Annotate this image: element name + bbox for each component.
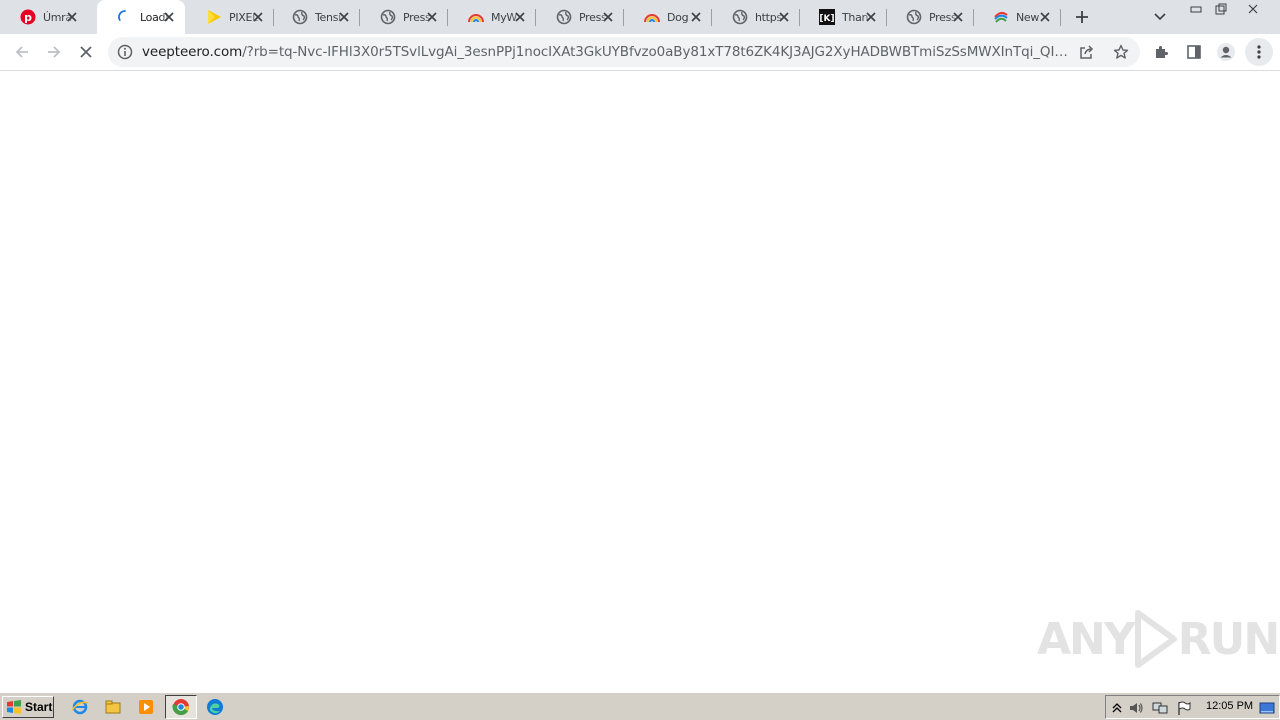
url-path: /?rb=tq-Nvc-IFHl3X0r5TSvlLvgAi_3esnPPj1n… [242,44,1070,60]
profile-button[interactable] [1212,38,1240,66]
url-text[interactable]: veepteero.com/?rb=tq-Nvc-IFHl3X0r5TSvlLv… [142,44,1070,60]
rainbow-icon [644,9,660,25]
tab-press-1[interactable]: Press [360,0,448,34]
globe-icon [906,9,922,25]
close-tab-icon[interactable] [251,10,265,24]
restore-icon [1215,3,1226,15]
watermark-text-left: ANY [1037,613,1136,665]
forward-arrow-icon [48,46,61,58]
close-tab-icon[interactable] [951,10,965,24]
info-icon[interactable] [117,44,133,60]
url-host: veepteero.com [142,44,243,60]
tab-press-3[interactable]: Press [886,0,974,34]
clock[interactable]: 12:05 PM [1206,700,1253,712]
back-arrow-icon [15,46,28,58]
puzzle-icon [1156,46,1168,58]
edge-icon[interactable] [206,698,224,716]
avatar-icon [1217,43,1235,61]
tab-strip: p Úmra Loadi PIXEL Tensi Press MyW Press… [0,0,1280,34]
back-button[interactable] [8,38,36,66]
media-player-icon[interactable] [137,698,155,716]
file-explorer-icon[interactable] [104,698,122,716]
new-tab-button[interactable] [1071,6,1093,28]
tab-umra[interactable]: p Úmra [0,0,88,34]
close-tab-icon[interactable] [425,10,439,24]
close-tab-icon[interactable] [1038,10,1052,24]
close-window-button[interactable] [1233,0,1273,18]
windows-logo-icon [7,700,21,714]
start-label: Start [25,700,53,714]
window-controls [1183,0,1273,18]
system-tray: 12:05 PM [1105,695,1280,719]
close-tab-icon[interactable] [513,10,527,24]
stop-icon [80,46,92,58]
plus-icon [1076,11,1088,23]
minimize-button[interactable] [1183,0,1208,18]
svg-text:p: p [24,11,32,24]
close-tab-icon[interactable] [65,10,79,24]
start-button[interactable]: Start [2,696,54,718]
k-logo-icon: [K] [819,9,835,25]
tab-new[interactable]: New [973,0,1061,34]
stop-loading-button[interactable] [72,38,100,66]
extensions-button[interactable] [1148,38,1176,66]
bookmark-star-icon[interactable] [1112,43,1130,61]
close-tab-icon[interactable] [864,10,878,24]
browser-window: p Úmra Loadi PIXEL Tensi Press MyW Press… [0,0,1280,720]
close-icon [1248,4,1258,14]
tab-press-2[interactable]: Press [536,0,624,34]
forward-button[interactable] [40,38,68,66]
action-center-flag-icon[interactable] [1176,700,1192,716]
tab-than[interactable]: [K] Than [799,0,887,34]
browser-toolbar: veepteero.com/?rb=tq-Nvc-IFHl3X0r5TSvlLv… [0,34,1280,71]
tab-https[interactable]: https [712,0,800,34]
menu-button[interactable] [1245,38,1273,66]
globe-icon [292,9,308,25]
network-icon[interactable] [1152,700,1168,716]
globe-icon [380,9,396,25]
globe-icon [556,9,572,25]
page-content: ANY RUN [0,72,1280,692]
loading-spinner-icon [117,9,133,25]
internet-explorer-icon[interactable] [71,698,89,716]
swirl-icon [993,9,1009,25]
volume-icon[interactable] [1128,700,1144,716]
address-bar[interactable]: veepteero.com/?rb=tq-Nvc-IFHl3X0r5TSvlLv… [108,37,1140,67]
close-tab-icon[interactable] [777,10,791,24]
tab-loading[interactable]: Loadi [97,0,185,34]
watermark-text-right: RUN [1177,613,1280,665]
chrome-icon[interactable] [172,698,190,716]
tab-dog[interactable]: Dog [624,0,712,34]
anyrun-watermark: ANY RUN [1037,609,1280,669]
windows-taskbar: Start 12:05 PM [0,692,1280,720]
tab-tensi[interactable]: Tensi [272,0,360,34]
globe-icon [732,9,748,25]
show-desktop-icon[interactable] [1259,700,1275,716]
share-icon[interactable] [1078,43,1096,61]
svg-text:[K]: [K] [819,14,834,24]
close-tab-icon[interactable] [689,10,703,24]
chevron-down-icon [1154,13,1166,21]
tab-pixel[interactable]: PIXEL [186,0,274,34]
close-tab-icon[interactable] [601,10,615,24]
tab-separator [1060,9,1061,26]
kebab-menu-icon [1257,45,1261,59]
side-panel-button[interactable] [1180,38,1208,66]
restore-button[interactable] [1208,0,1233,18]
pinterest-icon: p [20,9,36,25]
side-panel-icon [1187,45,1201,59]
close-tab-icon[interactable] [162,10,176,24]
minimize-icon [1190,6,1201,13]
rainbow-icon [468,9,484,25]
play-arrow-icon [206,9,222,25]
play-triangle-icon [1134,610,1177,668]
tab-myw[interactable]: MyW [448,0,536,34]
show-hidden-icons-icon[interactable] [1109,700,1125,716]
close-tab-icon[interactable] [337,10,351,24]
tab-search-button[interactable] [1150,7,1170,27]
